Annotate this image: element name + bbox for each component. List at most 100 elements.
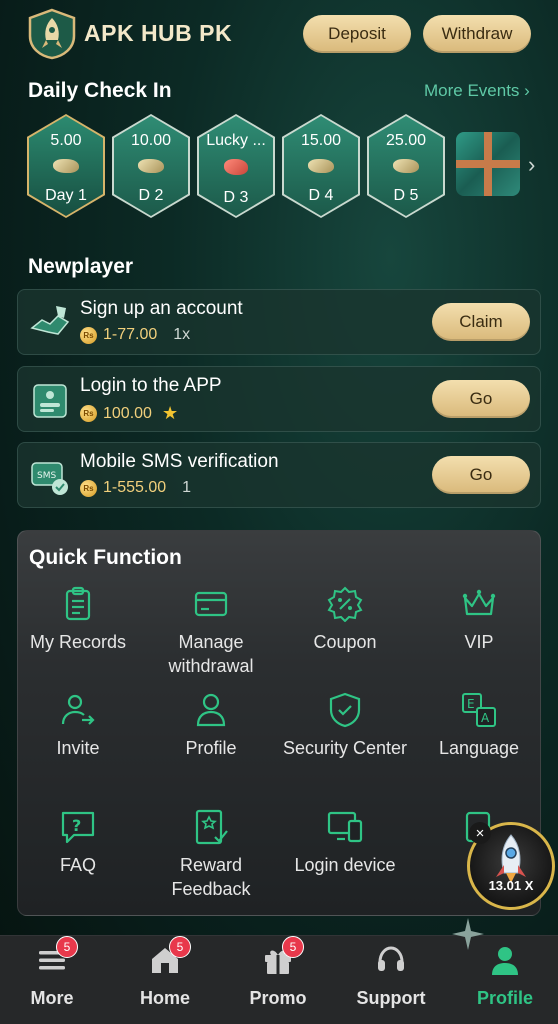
sms-verification-icon: SMS: [28, 455, 72, 499]
nav-support[interactable]: Support: [341, 944, 441, 1009]
user-icon: [193, 692, 229, 728]
quick-label: Security Center: [282, 738, 408, 758]
checkin-amount: 10.00: [130, 132, 172, 149]
shield-icon: [327, 692, 363, 728]
feedback-icon: [193, 809, 229, 845]
svg-text:?: ?: [72, 816, 81, 835]
clipboard-icon: [60, 586, 96, 622]
checkin-amount: Lucky ...: [206, 132, 266, 149]
go-button[interactable]: Go: [432, 380, 530, 418]
invite-user-icon: [60, 692, 96, 728]
nav-promo[interactable]: 5 Promo: [228, 936, 328, 1009]
card-icon: [193, 586, 229, 622]
task-reward: Rs 100.00 ★: [80, 403, 178, 424]
quick-label: Invite: [56, 738, 100, 758]
checkin-day-2[interactable]: 10.00 D 2: [112, 114, 190, 218]
rupee-coin-icon: Rs: [80, 479, 97, 497]
quick-label: VIP: [464, 632, 494, 652]
profile-icon: [489, 944, 521, 976]
brand-name: APK HUB PK: [84, 20, 233, 46]
star-icon: ★: [161, 403, 179, 423]
task-sms-verification: SMS Mobile SMS verification Rs 1-555.00 …: [17, 442, 541, 508]
quick-login-device[interactable]: Login device: [279, 809, 411, 877]
quick-coupon[interactable]: Coupon: [279, 586, 411, 654]
login-app-icon: [28, 379, 72, 423]
reward-multiplier: 1x: [173, 326, 191, 343]
nav-label: Home: [139, 988, 190, 1008]
task-title: Login to the APP: [80, 375, 222, 396]
task-title: Sign up an account: [80, 298, 243, 319]
nav-more[interactable]: 5 More: [2, 936, 102, 1009]
crown-icon: [461, 586, 497, 622]
go-button[interactable]: Go: [432, 456, 530, 494]
svg-text:SMS: SMS: [37, 471, 56, 481]
more-events-link[interactable]: More Events ›: [424, 81, 530, 101]
nav-profile[interactable]: Profile: [455, 944, 555, 1009]
checkin-day-label: D 3: [223, 189, 249, 206]
rocket-multiplier: 13.01 X: [488, 878, 534, 893]
checkin-amount: 25.00: [385, 132, 427, 149]
reward-multiplier: 1: [182, 479, 192, 496]
quick-language[interactable]: EA Language: [413, 692, 545, 760]
nav-label: Profile: [476, 988, 533, 1008]
quick-label: Login device: [294, 855, 396, 875]
newplayer-title: Newplayer: [28, 255, 134, 278]
reward-amount: 1-77.00: [103, 326, 158, 343]
task-sign-up: Sign up an account Rs 1-77.00 1x Claim: [17, 289, 541, 355]
deposit-button[interactable]: Deposit: [303, 15, 411, 53]
quick-label: My Records: [29, 632, 127, 652]
quick-my-records[interactable]: My Records: [12, 586, 144, 654]
task-reward: Rs 1-555.00 1: [80, 479, 191, 497]
quick-label: Coupon: [313, 632, 377, 652]
reward-amount: 100.00: [103, 404, 152, 422]
handshake-rocket-icon: [28, 302, 72, 346]
checkin-day-label: D 4: [308, 187, 334, 204]
gold-ingot-icon: [308, 159, 334, 173]
quick-manage-withdrawal[interactable]: Manage withdrawal: [145, 586, 277, 678]
checkin-day-1[interactable]: 5.00 Day 1: [27, 114, 105, 218]
checkin-day-3[interactable]: Lucky ... D 3: [197, 114, 275, 218]
checkin-day-5[interactable]: 25.00 D 5: [367, 114, 445, 218]
withdraw-button[interactable]: Withdraw: [423, 15, 531, 53]
claim-button[interactable]: Claim: [432, 303, 530, 341]
nav-home[interactable]: 5 Home: [115, 936, 215, 1009]
checkin-day-label: D 2: [138, 187, 164, 204]
nav-label: Promo: [249, 988, 307, 1008]
language-icon: EA: [461, 692, 497, 728]
close-icon[interactable]: ×: [469, 822, 491, 844]
nav-label: More: [30, 988, 74, 1008]
quick-label: Language: [438, 738, 520, 758]
rupee-coin-icon: Rs: [80, 405, 97, 422]
gold-pile-icon: [393, 159, 419, 173]
reward-amount: 1-555.00: [103, 479, 167, 496]
notification-badge: 5: [282, 936, 304, 958]
svg-text:E: E: [467, 697, 475, 711]
quick-function-title: Quick Function: [29, 546, 182, 569]
quick-label: Profile: [185, 738, 237, 758]
chevron-right-icon[interactable]: ›: [528, 152, 535, 178]
gift-ribbon: [456, 160, 520, 168]
rupee-coin-icon: Rs: [80, 326, 97, 344]
quick-label: FAQ: [59, 855, 96, 875]
nav-label: Support: [356, 988, 426, 1008]
gold-ingot-icon: [53, 159, 79, 173]
quick-profile[interactable]: Profile: [145, 692, 277, 760]
quick-invite[interactable]: Invite: [12, 692, 144, 760]
chevron-right-icon: ›: [524, 81, 530, 100]
devices-icon: [327, 809, 363, 845]
quick-reward-feedback[interactable]: Reward Feedback: [145, 809, 277, 901]
task-login-app: Login to the APP Rs 100.00 ★ Go: [17, 366, 541, 432]
gold-ingot-icon: [138, 159, 164, 173]
quick-vip[interactable]: VIP: [413, 586, 545, 654]
task-title: Mobile SMS verification: [80, 451, 279, 472]
checkin-day-4[interactable]: 15.00 D 4: [282, 114, 360, 218]
quick-label: Reward Feedback: [171, 855, 251, 899]
quick-faq[interactable]: ? FAQ: [12, 809, 144, 877]
coupon-icon: [327, 586, 363, 623]
quick-label: Manage withdrawal: [168, 632, 254, 676]
lucky-gem-icon: [224, 159, 248, 175]
headset-icon: [375, 944, 407, 976]
notification-badge: 5: [56, 936, 78, 958]
daily-check-in-title: Daily Check In: [28, 79, 172, 102]
quick-security-center[interactable]: Security Center: [279, 692, 411, 760]
